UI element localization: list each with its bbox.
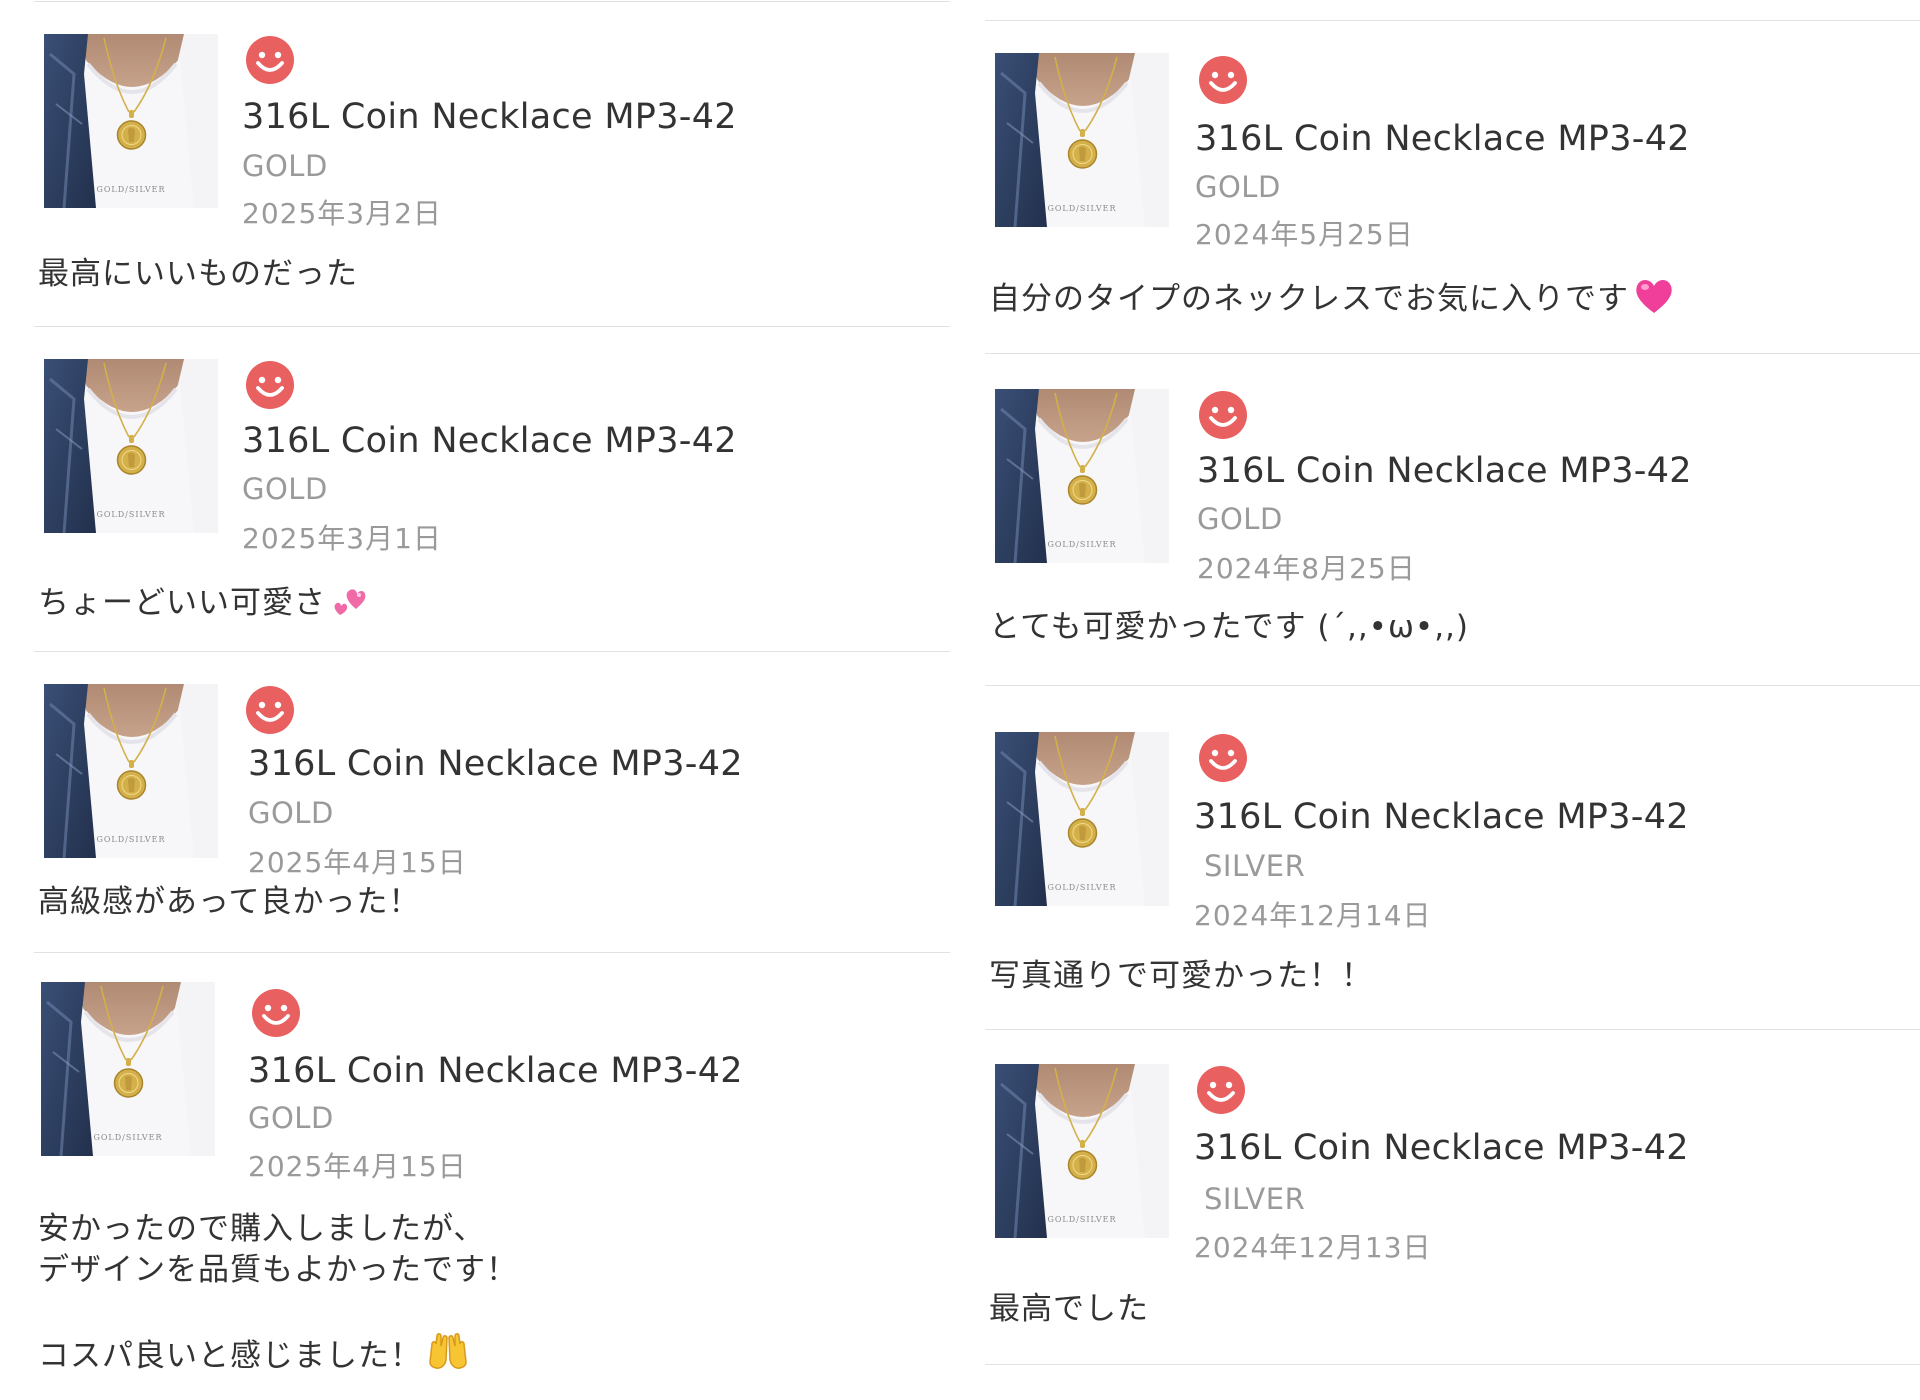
svg-text:GOLD/SILVER: GOLD/SILVER — [93, 1133, 162, 1142]
product-name[interactable]: 316L Coin Necklace MP3-42 — [1194, 1128, 1689, 1168]
product-name[interactable]: 316L Coin Necklace MP3-42 — [1195, 119, 1690, 159]
variant-label: GOLD — [242, 149, 328, 183]
smiley-rating-icon — [244, 359, 296, 411]
divider — [985, 1364, 1920, 1365]
smiley-rating-icon — [244, 684, 296, 736]
product-thumbnail[interactable]: GOLD/SILVER — [41, 982, 215, 1156]
two-hearts-icon — [330, 579, 370, 630]
review-comment-text: 最高にいいものだった — [38, 256, 358, 292]
product-thumbnail[interactable]: GOLD/SILVER — [995, 389, 1169, 563]
product-name[interactable]: 316L Coin Necklace MP3-42 — [248, 744, 743, 784]
review-date: 2025年3月2日 — [242, 197, 442, 230]
svg-text:GOLD/SILVER: GOLD/SILVER — [1047, 1215, 1116, 1224]
review-comment: ちょーどいい可愛さ — [38, 579, 370, 630]
product-thumbnail[interactable]: GOLD/SILVER — [44, 34, 218, 208]
svg-text:GOLD/SILVER: GOLD/SILVER — [1047, 883, 1116, 892]
svg-text:GOLD/SILVER: GOLD/SILVER — [1047, 540, 1116, 549]
svg-text:GOLD/SILVER: GOLD/SILVER — [96, 185, 165, 194]
review-comment: とても可愛かったです (´,,•ω•,,) — [989, 607, 1469, 648]
review-comment: 自分のタイプのネックレスでお気に入りです — [989, 275, 1675, 326]
review-comment: 高級感があって良かった！ — [38, 882, 420, 923]
product-thumbnail[interactable]: GOLD/SILVER — [995, 732, 1169, 906]
divider — [34, 326, 950, 327]
review-comment-text: 写真通りで可愛かった！！ — [989, 958, 1373, 994]
svg-text:GOLD/SILVER: GOLD/SILVER — [1047, 204, 1116, 213]
product-name[interactable]: 316L Coin Necklace MP3-42 — [248, 1051, 743, 1091]
smiley-rating-icon — [244, 34, 296, 86]
smiley-rating-icon — [1197, 54, 1249, 106]
smiley-rating-icon — [1197, 732, 1249, 784]
variant-label: GOLD — [248, 1101, 334, 1135]
variant-label: SILVER — [1204, 849, 1306, 883]
product-name[interactable]: 316L Coin Necklace MP3-42 — [1197, 451, 1692, 491]
variant-label: SILVER — [1204, 1182, 1306, 1216]
review-comment: 最高でした — [989, 1289, 1149, 1330]
review-date: 2025年4月15日 — [248, 1150, 467, 1183]
review-date: 2024年12月14日 — [1194, 899, 1432, 932]
product-thumbnail[interactable]: GOLD/SILVER — [44, 684, 218, 858]
product-thumbnail[interactable]: GOLD/SILVER — [995, 1064, 1169, 1238]
divider — [985, 1029, 1920, 1030]
product-name[interactable]: 316L Coin Necklace MP3-42 — [1194, 797, 1689, 837]
product-thumbnail[interactable]: GOLD/SILVER — [44, 359, 218, 533]
svg-text:GOLD/SILVER: GOLD/SILVER — [96, 510, 165, 519]
variant-label: GOLD — [1197, 502, 1283, 536]
review-comment: 最高にいいものだった — [38, 254, 358, 295]
divider — [985, 685, 1920, 686]
variant-label: GOLD — [1195, 170, 1281, 204]
divider — [985, 20, 1920, 21]
review-date: 2024年5月25日 — [1195, 218, 1414, 251]
product-thumbnail[interactable]: GOLD/SILVER — [995, 53, 1169, 227]
smiley-rating-icon — [1195, 1064, 1247, 1116]
review-comment: 安かったので購入しましたが、 デザインを品質もよかったです！ コスパ良いと感じま… — [38, 1209, 518, 1383]
variant-label: GOLD — [248, 796, 334, 830]
svg-text:GOLD/SILVER: GOLD/SILVER — [96, 835, 165, 844]
review-comment-text: ちょーどいい可愛さ — [38, 585, 326, 621]
raised-hands-icon — [426, 1332, 470, 1383]
product-name[interactable]: 316L Coin Necklace MP3-42 — [242, 421, 737, 461]
variant-label: GOLD — [242, 472, 328, 506]
divider — [34, 952, 950, 953]
review-comment: 写真通りで可愛かった！！ — [989, 956, 1373, 997]
review-date: 2025年4月15日 — [248, 846, 467, 879]
divider — [34, 1, 950, 2]
review-comment-text: とても可愛かったです (´,,•ω•,,) — [989, 609, 1470, 645]
review-date: 2024年12月13日 — [1194, 1231, 1432, 1264]
review-date: 2024年8月25日 — [1197, 552, 1416, 585]
divider — [34, 651, 950, 652]
smiley-rating-icon — [250, 987, 302, 1039]
product-name[interactable]: 316L Coin Necklace MP3-42 — [242, 97, 737, 137]
smiley-rating-icon — [1197, 389, 1249, 441]
pink-heart-icon — [1633, 275, 1675, 326]
review-date: 2025年3月1日 — [242, 522, 442, 555]
review-comment-text: 自分のタイプのネックレスでお気に入りです — [989, 281, 1629, 317]
review-comment-text: 高級感があって良かった！ — [38, 884, 421, 920]
divider — [985, 353, 1920, 354]
review-comment-text: 最高でした — [989, 1291, 1149, 1327]
